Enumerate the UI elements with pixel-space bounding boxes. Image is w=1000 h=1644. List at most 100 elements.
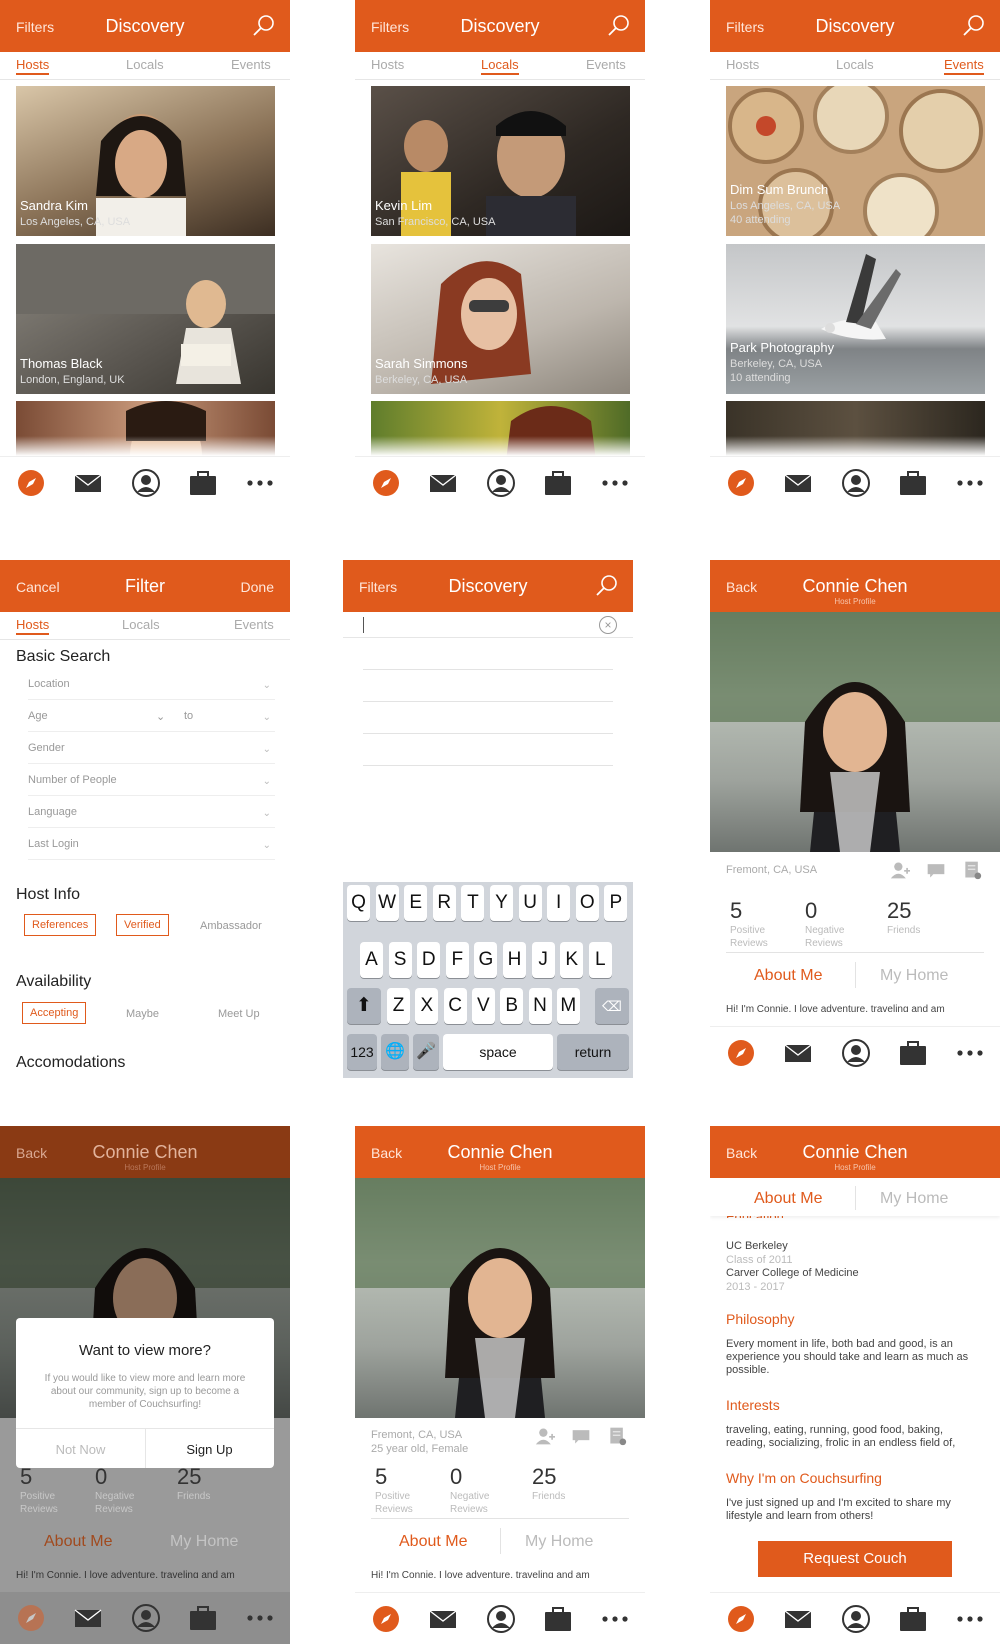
search-icon[interactable] [962,14,986,38]
tab-locals[interactable]: Locals [836,57,874,72]
tab-hosts[interactable]: Hosts [371,57,404,72]
key-l[interactable]: L [588,942,612,978]
profile-icon[interactable] [841,468,871,498]
key-a[interactable]: A [360,942,383,978]
briefcase-icon[interactable] [898,468,928,498]
key-x[interactable]: X [415,988,439,1024]
message-icon[interactable] [571,1426,591,1446]
more-icon[interactable] [955,1604,985,1634]
mail-icon[interactable] [783,468,813,498]
positive-reviews-stat[interactable]: 5 Positive Reviews [375,1464,413,1516]
positive-reviews-stat[interactable]: 5 Positive Reviews [730,898,768,950]
key-p[interactable]: P [604,885,628,921]
key-o[interactable]: O [575,885,599,921]
compass-icon[interactable] [726,468,756,498]
people-select[interactable]: Number of People ⌄ [28,774,275,796]
tab-hosts[interactable]: Hosts [726,57,759,72]
accepting-toggle[interactable]: Accepting [22,1002,87,1024]
search-input[interactable]: × [343,612,633,638]
briefcase-icon[interactable] [898,1038,928,1068]
briefcase-icon[interactable] [898,1604,928,1634]
sign-up-button[interactable]: Sign Up [145,1442,274,1457]
compass-icon[interactable] [371,468,401,498]
key-k[interactable]: K [560,942,584,978]
tab-hosts[interactable]: Hosts [16,57,50,75]
key-q[interactable]: Q [347,885,370,921]
tab-about-me[interactable]: About Me [754,1190,822,1208]
more-icon[interactable] [245,468,275,498]
friends-stat[interactable]: 25 Friends [532,1464,565,1503]
key-d[interactable]: D [417,942,441,978]
globe-icon[interactable]: 🌐 [381,1034,409,1070]
message-icon[interactable] [926,860,946,880]
tab-about-me[interactable]: About Me [754,967,822,985]
tab-events[interactable]: Events [231,57,271,72]
key-w[interactable]: W [375,885,399,921]
key-i[interactable]: I [547,885,571,921]
local-card[interactable]: Sarah Simmons Berkeley, CA, USA [371,244,630,394]
mail-icon[interactable] [73,468,103,498]
tab-locals[interactable]: Locals [126,57,164,72]
key-r[interactable]: R [432,885,456,921]
mail-icon[interactable] [428,468,458,498]
last-login-select[interactable]: Last Login ⌄ [28,838,275,860]
tab-locals[interactable]: Locals [481,57,519,75]
maybe-toggle[interactable]: Maybe [126,1003,159,1025]
tab-events[interactable]: Events [586,57,626,72]
tab-my-home[interactable]: My Home [880,1190,948,1208]
profile-icon[interactable] [841,1604,871,1634]
mail-icon[interactable] [783,1604,813,1634]
key-n[interactable]: N [528,988,552,1024]
key-y[interactable]: Y [490,885,513,921]
reference-icon[interactable] [962,860,982,880]
briefcase-icon[interactable] [543,1604,573,1634]
numbers-key[interactable]: 123 [347,1034,377,1070]
profile-icon[interactable] [131,468,161,498]
location-select[interactable]: Location ⌄ [28,678,275,700]
more-icon[interactable] [955,1038,985,1068]
key-h[interactable]: H [503,942,526,978]
key-f[interactable]: F [445,942,469,978]
verified-toggle[interactable]: Verified [116,914,169,936]
compass-icon[interactable] [726,1604,756,1634]
event-card[interactable]: Park Photography Berkeley, CA, USA 10 at… [726,244,985,394]
tab-about-me[interactable]: About Me [399,1533,467,1551]
event-card[interactable]: Dim Sum Brunch Los Angeles, CA, USA 40 a… [726,86,985,236]
mail-icon[interactable] [428,1604,458,1634]
not-now-button[interactable]: Not Now [16,1442,145,1457]
space-key[interactable]: space [443,1034,553,1070]
clear-icon[interactable]: × [599,616,617,634]
local-card[interactable]: Kevin Lim San Francisco, CA, USA [371,86,630,236]
host-card[interactable]: Sandra Kim Los Angeles, CA, USA [16,86,275,236]
key-e[interactable]: E [404,885,428,921]
key-c[interactable]: C [443,988,467,1024]
add-friend-icon[interactable] [890,860,910,880]
search-icon[interactable] [595,574,619,598]
tab-my-home[interactable]: My Home [880,967,948,985]
add-friend-icon[interactable] [535,1426,555,1446]
key-s[interactable]: S [388,942,412,978]
more-icon[interactable] [600,1604,630,1634]
key-u[interactable]: U [518,885,542,921]
references-toggle[interactable]: References [24,914,97,936]
compass-icon[interactable] [371,1604,401,1634]
microphone-icon[interactable]: 🎤 [413,1034,439,1070]
compass-icon[interactable] [726,1038,756,1068]
key-m[interactable]: M [556,988,580,1024]
meet-up-toggle[interactable]: Meet Up [218,1003,260,1025]
shift-key[interactable]: ⬆ [347,988,381,1024]
age-select[interactable]: Age ⌄ to ⌄ [28,710,275,732]
briefcase-icon[interactable] [543,468,573,498]
request-couch-button[interactable]: Request Couch [758,1541,952,1577]
profile-icon[interactable] [486,1604,516,1634]
profile-icon[interactable] [841,1038,871,1068]
key-z[interactable]: Z [387,988,410,1024]
tab-hosts[interactable]: Hosts [16,617,50,635]
compass-icon[interactable] [16,468,46,498]
search-icon[interactable] [252,14,276,38]
search-icon[interactable] [607,14,631,38]
backspace-key[interactable]: ⌫ [595,988,629,1024]
more-icon[interactable] [955,468,985,498]
ambassador-toggle[interactable]: Ambassador [200,915,262,937]
key-t[interactable]: T [461,885,485,921]
